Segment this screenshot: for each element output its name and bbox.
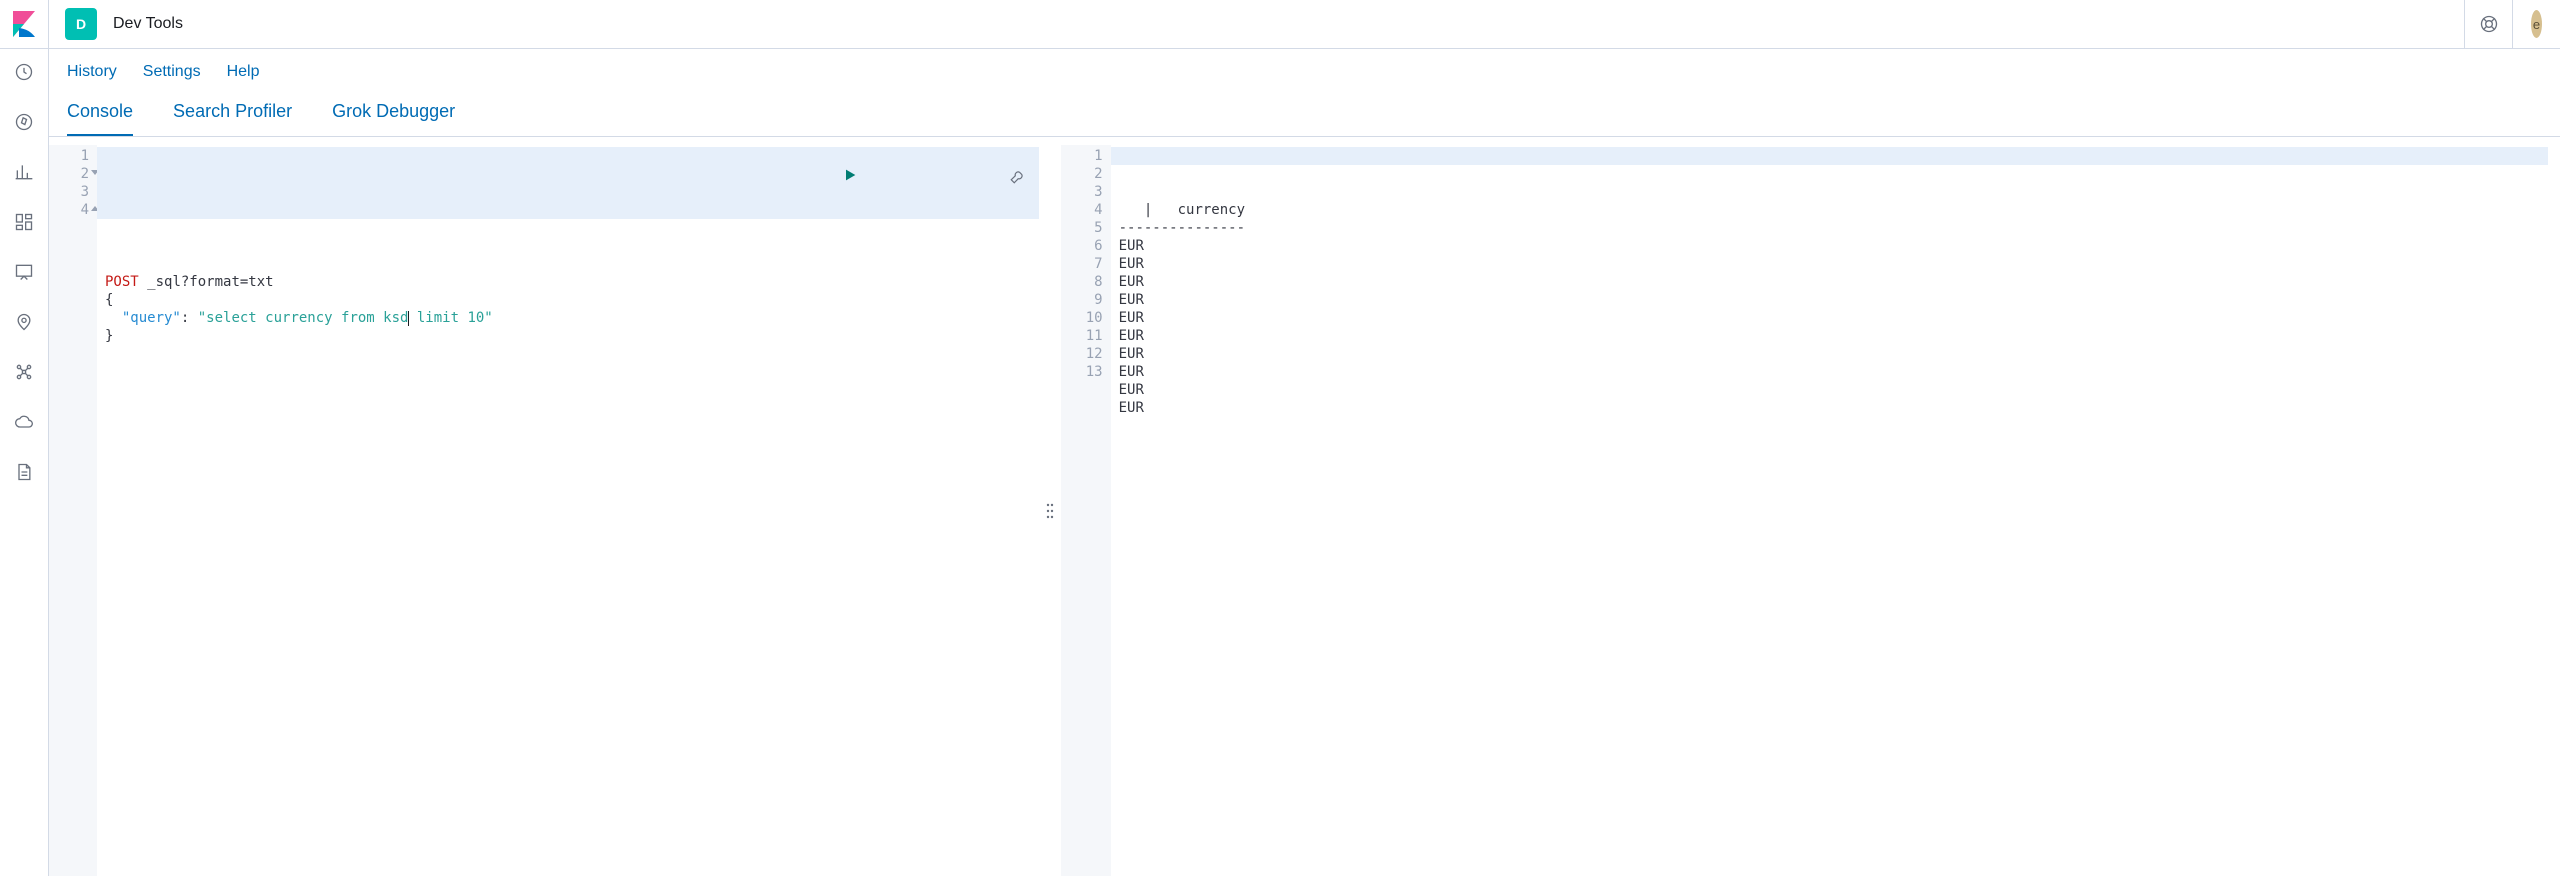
nav-visualize[interactable] [13, 161, 35, 183]
dashboard-icon [14, 212, 34, 232]
wrench-icon [1009, 167, 1027, 185]
tab-grok-debugger[interactable]: Grok Debugger [332, 91, 455, 136]
tab-search-profiler[interactable]: Search Profiler [173, 91, 292, 136]
nav-ml[interactable] [13, 361, 35, 383]
header-bar: D Dev Tools e [0, 0, 2560, 49]
toolbar-links: History Settings Help [49, 49, 2560, 91]
tab-console[interactable]: Console [67, 91, 133, 136]
nav-discover[interactable] [13, 111, 35, 133]
editor-code: POST _sql?format=txt { "query": "select … [105, 273, 1039, 345]
help-button[interactable] [2464, 0, 2512, 48]
response-viewer[interactable]: 12345678910111213 | currency -----------… [1061, 145, 2548, 876]
bar-chart-icon [14, 162, 34, 182]
user-menu[interactable]: e [2512, 0, 2560, 48]
nav-canvas[interactable] [13, 261, 35, 283]
editor-body[interactable]: POST _sql?format=txt { "query": "select … [97, 145, 1039, 876]
avatar: e [2531, 10, 2542, 38]
output-gutter: 12345678910111213 [1061, 145, 1111, 876]
page-title: Dev Tools [113, 15, 183, 33]
lifebuoy-icon [2479, 14, 2499, 34]
canvas-icon [14, 262, 34, 282]
map-pin-icon [14, 312, 34, 332]
editor-gutter: 1 2 3 4 [49, 145, 97, 876]
nav-recent[interactable] [13, 61, 35, 83]
cloud-icon [14, 412, 34, 432]
play-icon [842, 167, 858, 183]
ml-icon [14, 362, 34, 382]
nav-logs[interactable] [13, 461, 35, 483]
history-link[interactable]: History [67, 63, 117, 81]
kibana-logo-icon [13, 11, 35, 37]
compass-icon [14, 112, 34, 132]
pane-splitter[interactable] [1039, 145, 1061, 876]
help-link[interactable]: Help [227, 63, 260, 81]
output-body: | currency --------------- EUR EUR EUR E… [1111, 145, 2548, 876]
settings-link[interactable]: Settings [143, 63, 201, 81]
drag-handle-icon [1046, 501, 1054, 521]
app-badge[interactable]: D [65, 8, 97, 40]
clock-icon [14, 62, 34, 82]
nav-infrastructure[interactable] [13, 411, 35, 433]
nav-maps[interactable] [13, 311, 35, 333]
request-options-button[interactable] [874, 149, 1027, 208]
run-request-button[interactable] [707, 149, 858, 208]
request-editor[interactable]: 1 2 3 4 [49, 145, 1039, 876]
kibana-logo[interactable] [0, 0, 49, 49]
logs-icon [14, 462, 34, 482]
tab-bar: Console Search Profiler Grok Debugger [49, 91, 2560, 137]
nav-dashboard[interactable] [13, 211, 35, 233]
side-nav [0, 49, 49, 876]
